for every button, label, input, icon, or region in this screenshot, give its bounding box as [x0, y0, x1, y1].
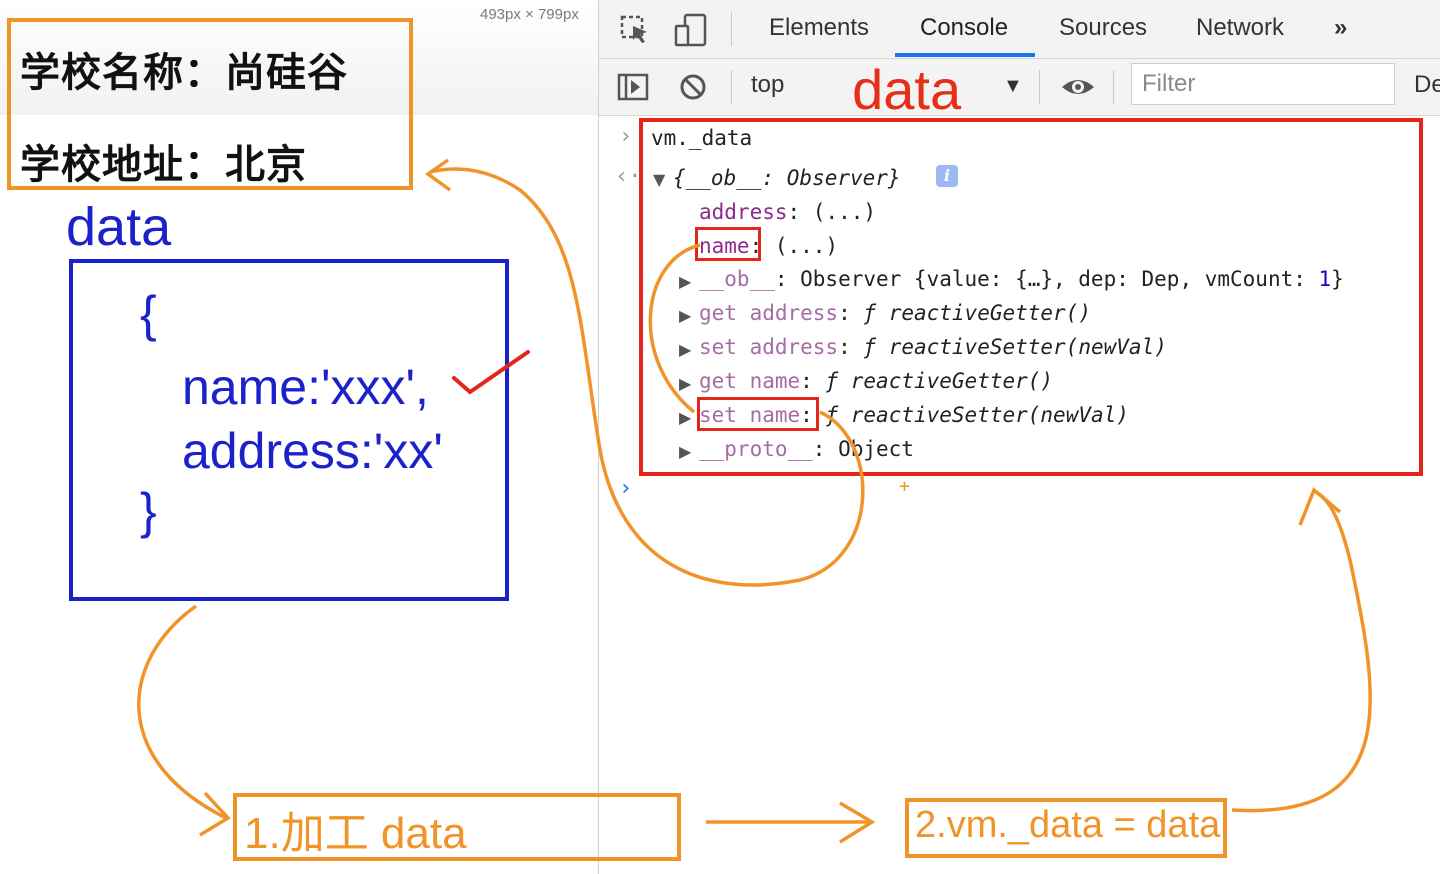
clear-console-icon[interactable] [673, 67, 713, 107]
page-viewport: 493px × 799px 学校名称：尚硅谷 学校地址：北京 data { na… [0, 0, 598, 874]
more-tabs-chevron-icon[interactable]: » [1334, 14, 1347, 42]
step1-text: 1.加工 data [244, 809, 467, 858]
tab-elements[interactable]: Elements [769, 14, 869, 42]
console-filter-input[interactable] [1131, 63, 1395, 105]
code-name-line: name:'xxx', [182, 359, 429, 415]
plus-mark: + [899, 476, 910, 497]
live-expression-eye-icon[interactable] [1058, 67, 1098, 107]
school-name-text: 学校名称：尚硅谷 [20, 50, 348, 96]
result-arrow-icon: ‹· [615, 164, 642, 189]
step2-text: 2.vm._data = data [915, 804, 1221, 846]
code-open-brace: { [140, 286, 157, 342]
tab-console[interactable]: Console [920, 14, 1008, 42]
context-dropdown-icon[interactable]: ▼ [1003, 75, 1023, 98]
input-chevron-icon: › [619, 124, 633, 149]
sidebar-toggle-icon[interactable] [613, 67, 653, 107]
device-toolbar-icon[interactable] [671, 10, 711, 50]
viewport-size-label: 493px × 799px [480, 6, 579, 23]
tabbar-separator [731, 12, 732, 46]
school-address-text: 学校地址：北京 [20, 142, 307, 188]
name-key-highlight [695, 227, 761, 261]
toolbar-separator-3 [1113, 70, 1114, 104]
default-levels-label[interactable]: De [1414, 71, 1440, 99]
tab-sources[interactable]: Sources [1059, 14, 1147, 42]
data-heading: data [66, 197, 172, 257]
console-prompt-icon[interactable]: › [619, 476, 632, 501]
set-name-highlight [697, 397, 819, 431]
code-close-brace: } [140, 483, 157, 539]
toolbar-separator [731, 70, 732, 104]
console-toolbar: top _data ▼ De [599, 58, 1440, 121]
inspect-element-icon[interactable] [615, 10, 655, 50]
context-selector[interactable]: top [751, 71, 784, 99]
devtools-tabbar: Elements Console Sources Network » [599, 0, 1440, 59]
toolbar-separator-2 [1039, 70, 1040, 104]
data-annotation-label: _data [821, 58, 962, 121]
tab-network[interactable]: Network [1196, 14, 1284, 42]
code-address-line: address:'xx' [182, 423, 443, 479]
